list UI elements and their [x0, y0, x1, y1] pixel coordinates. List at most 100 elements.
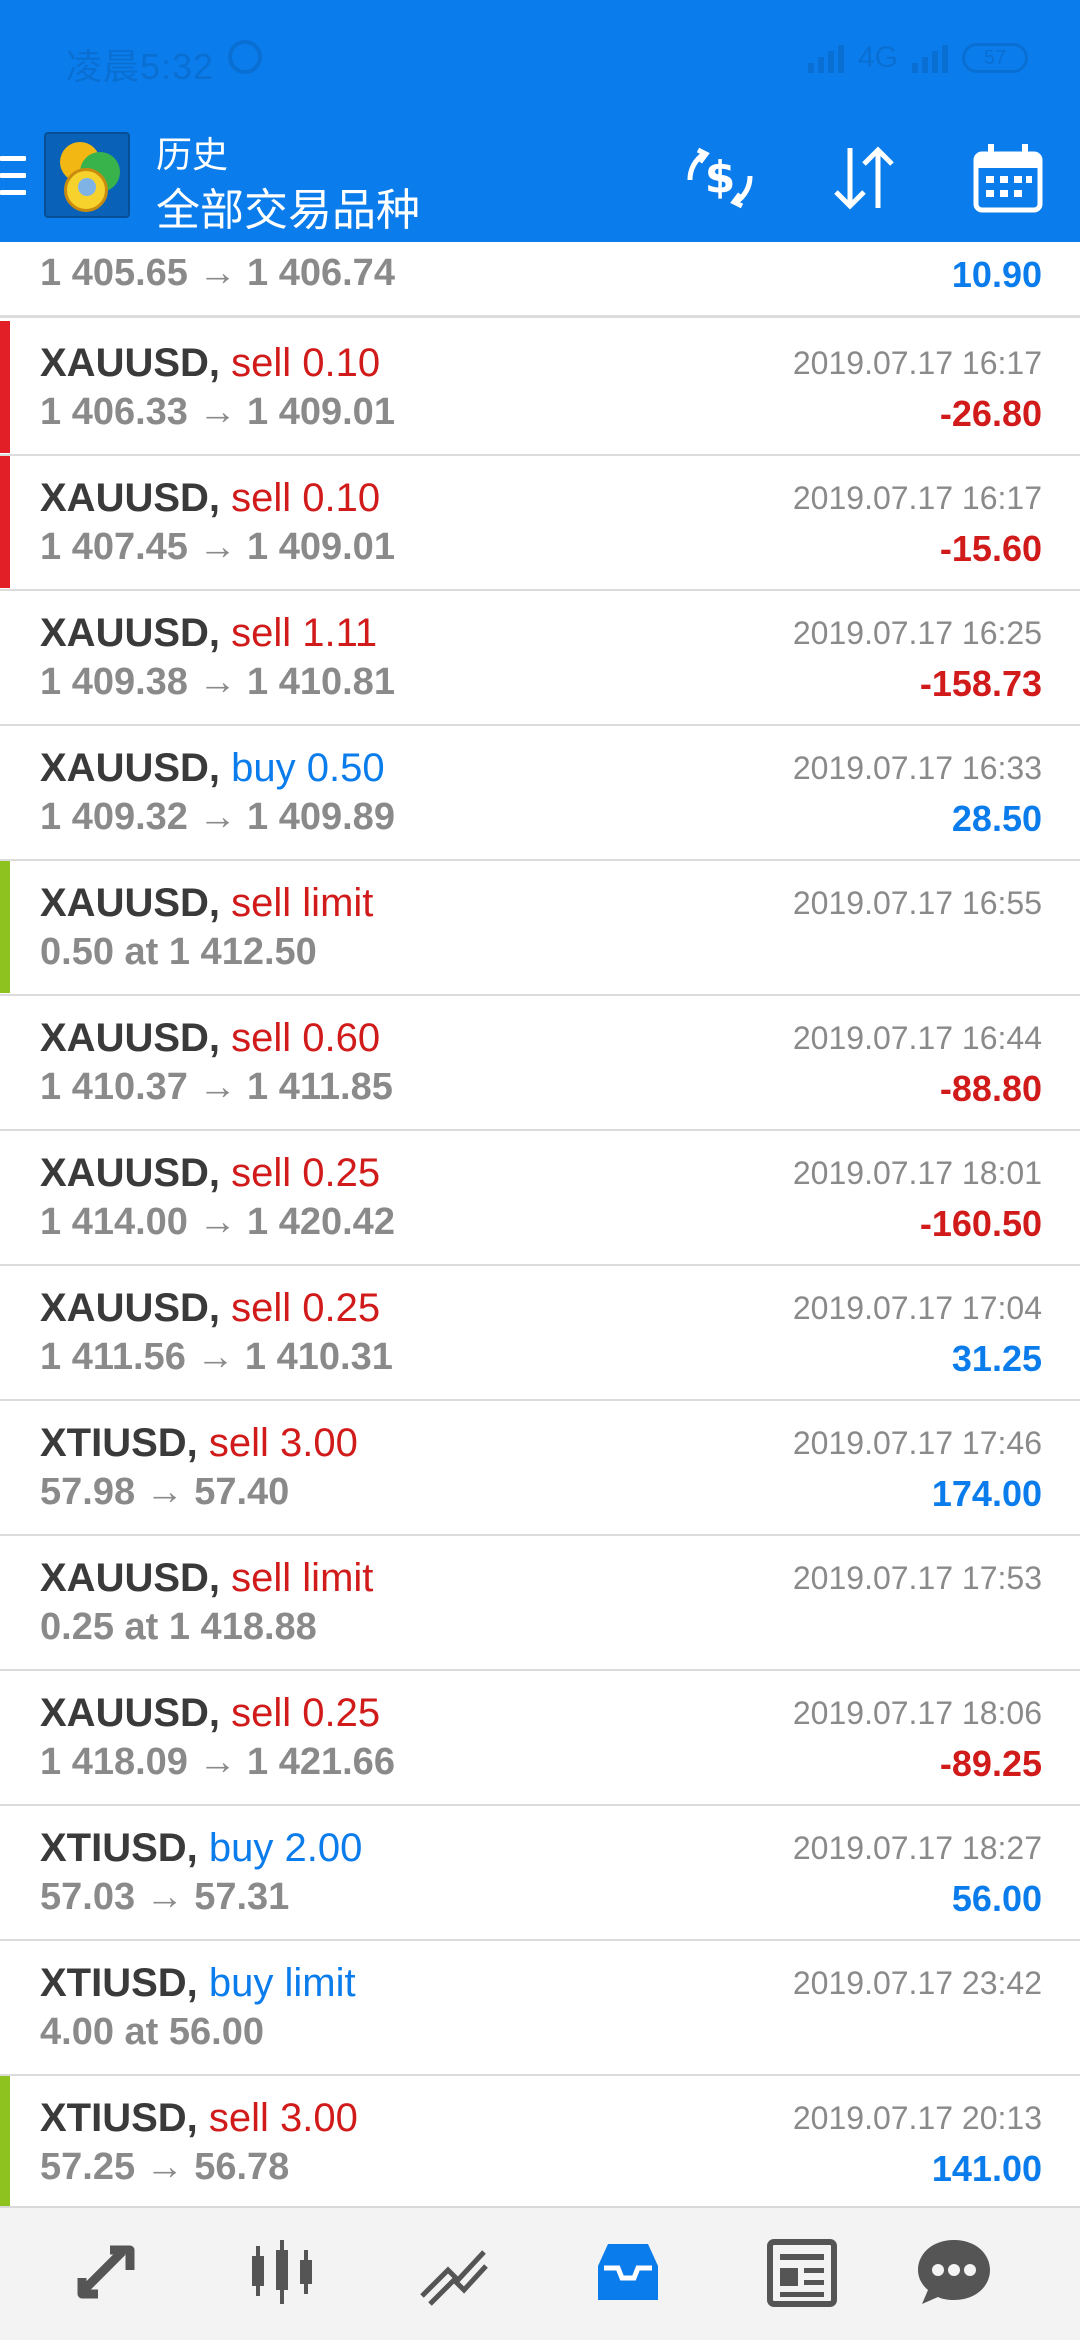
- price-line: 0.50 at 1 412.50: [40, 931, 317, 973]
- timestamp: 2019.07.17 16:25: [792, 615, 1042, 651]
- history-row[interactable]: XAUUSD, sell 0.25 1 411.56 → 1 410.31 2019…: [0, 1266, 1080, 1402]
- history-row[interactable]: XTIUSD, sell 3.00 57.25 → 56.78 2019.07.17…: [0, 2076, 1080, 2206]
- calendar-icon[interactable]: [970, 140, 1046, 216]
- status-indicators: 4G 57: [807, 38, 1028, 78]
- chat-icon[interactable]: [914, 2232, 994, 2312]
- profit-value: -89.25: [939, 1743, 1042, 1784]
- history-row[interactable]: XAUUSD, sell limit 0.25 at 1 418.88 2019.0…: [0, 1536, 1080, 1672]
- symbol-line: XTIUSD, buy limit: [40, 1961, 356, 2006]
- timestamp: 2019.07.17 16:44: [792, 1020, 1042, 1056]
- deal-type: sell 0.60: [231, 1016, 381, 1060]
- app-logo-icon[interactable]: [44, 132, 130, 218]
- profit-value: 141.00: [931, 2148, 1042, 2189]
- price-line: 57.98 → 57.40: [40, 1471, 290, 1513]
- deal-type: buy limit: [208, 1961, 356, 2005]
- chart-icon[interactable]: [242, 2232, 322, 2312]
- sort-icon[interactable]: [826, 140, 902, 216]
- price-line: 1 418.09 → 1 421.66: [40, 1741, 395, 1783]
- price-line: 57.25 → 56.78: [40, 2146, 290, 2188]
- price-line: 1 409.32 → 1 409.89: [40, 796, 395, 838]
- trade-icon[interactable]: [414, 2232, 494, 2312]
- timestamp: 2019.07.17 16:33: [792, 750, 1042, 786]
- network-type: 4G: [857, 41, 898, 74]
- signal-icon: [807, 43, 844, 73]
- timestamp: 2019.07.17 18:06: [792, 1695, 1042, 1731]
- symbol: XTIUSD,: [40, 2096, 198, 2140]
- symbol-line: XAUUSD, sell 0.10: [40, 476, 380, 521]
- history-row[interactable]: XAUUSD, sell 0.10 1 406.33 → 1 409.01 2019…: [0, 321, 1080, 457]
- page-title: 历史: [156, 134, 229, 175]
- history-icon[interactable]: [588, 2232, 668, 2312]
- deal-type: sell limit: [231, 1556, 374, 1600]
- symbol-line: XTIUSD, buy 2.00: [40, 1826, 362, 1871]
- timestamp: 2019.07.17 16:17: [792, 480, 1042, 516]
- menu-icon[interactable]: [0, 156, 26, 196]
- bottom-navigation: [0, 2206, 1080, 2340]
- price-line: 1 411.56 → 1 410.31: [40, 1336, 393, 1378]
- deal-type: sell 3.00: [208, 2096, 358, 2140]
- history-list[interactable]: 1 405.65 → 1 406.74 10.90 XAUUSD, sell 0…: [0, 242, 1080, 2206]
- history-row[interactable]: XAUUSD, sell 0.25 1 414.00 → 1 420.42 2019…: [0, 1131, 1080, 1267]
- symbol: XTIUSD,: [40, 1421, 198, 1465]
- profit-value: 31.25: [951, 1338, 1042, 1379]
- deal-type: sell 0.10: [231, 341, 381, 385]
- history-row[interactable]: XAUUSD, buy 0.50 1 409.32 → 1 409.89 2019.…: [0, 726, 1080, 862]
- symbol: XAUUSD,: [40, 746, 221, 790]
- timestamp: 2019.07.17 18:27: [792, 1830, 1042, 1866]
- currency-exchange-icon[interactable]: $: [682, 140, 758, 216]
- status-bar: 凌晨5:32 4G 57: [0, 0, 1080, 120]
- price-line: 1 405.65 → 1 406.74: [40, 252, 395, 294]
- symbol: XAUUSD,: [40, 881, 221, 925]
- news-icon[interactable]: [762, 2232, 842, 2312]
- symbol-filter[interactable]: 全部交易品种: [156, 174, 420, 238]
- profit-value: 10.90: [951, 254, 1042, 295]
- deal-type: sell limit: [231, 881, 374, 925]
- price-line: 57.03 → 57.31: [40, 1876, 290, 1918]
- symbol: XAUUSD,: [40, 1016, 221, 1060]
- symbol-line: XTIUSD, sell 3.00: [40, 2096, 358, 2141]
- symbol: XAUUSD,: [40, 1691, 221, 1735]
- history-row-partial[interactable]: 1 405.65 → 1 406.74 10.90: [0, 242, 1080, 318]
- profit-value: -88.80: [939, 1068, 1042, 1109]
- symbol: XAUUSD,: [40, 611, 221, 655]
- history-row[interactable]: XAUUSD, sell 0.10 1 407.45 → 1 409.01 2019…: [0, 456, 1080, 592]
- deal-type: sell 0.10: [231, 476, 381, 520]
- history-row[interactable]: XAUUSD, sell 1.11 1 409.38 → 1 410.81 2019…: [0, 591, 1080, 727]
- price-line: 1 409.38 → 1 410.81: [40, 661, 395, 703]
- history-row[interactable]: XAUUSD, sell limit 0.50 at 1 412.50 2019.0…: [0, 861, 1080, 997]
- profit-value: 174.00: [931, 1473, 1042, 1514]
- deal-type: buy 0.50: [231, 746, 385, 790]
- battery-icon: 57: [962, 43, 1028, 73]
- profit-value: 56.00: [951, 1878, 1042, 1919]
- history-row[interactable]: XTIUSD, buy limit 4.00 at 56.00 2019.07.17…: [0, 1941, 1080, 2077]
- symbol-line: XAUUSD, sell 0.25: [40, 1691, 380, 1736]
- status-stripe: [0, 2076, 10, 2206]
- status-stripe: [0, 321, 10, 453]
- symbol-line: XAUUSD, sell 0.10: [40, 341, 380, 386]
- alarm-icon: [228, 40, 262, 74]
- symbol: XAUUSD,: [40, 1151, 221, 1195]
- deal-type: sell 1.11: [231, 611, 378, 655]
- history-row[interactable]: XAUUSD, sell 0.60 1 410.37 → 1 411.85 2019…: [0, 996, 1080, 1132]
- status-stripe: [0, 456, 10, 588]
- symbol: XAUUSD,: [40, 476, 221, 520]
- history-row[interactable]: XTIUSD, buy 2.00 57.03 → 57.31 2019.07.17 …: [0, 1806, 1080, 1942]
- symbol-line: XAUUSD, buy 0.50: [40, 746, 385, 791]
- deal-type: buy 2.00: [208, 1826, 363, 1870]
- symbol-line: XAUUSD, sell limit: [40, 881, 373, 926]
- quotes-icon[interactable]: [70, 2232, 150, 2312]
- deal-type: sell 3.00: [208, 1421, 358, 1465]
- timestamp: 2019.07.17 17:46: [792, 1425, 1042, 1461]
- symbol-line: XAUUSD, sell limit: [40, 1556, 373, 1601]
- status-stripe: [0, 861, 10, 993]
- deal-type: sell 0.25: [231, 1286, 381, 1330]
- symbol-line: XAUUSD, sell 1.11: [40, 611, 377, 656]
- app-bar: 凌晨5:32 4G 57 历史 全部交易品种 $: [0, 0, 1080, 242]
- svg-text:$: $: [705, 152, 736, 203]
- signal-icon-2: [912, 43, 948, 73]
- history-row[interactable]: XAUUSD, sell 0.25 1 418.09 → 1 421.66 2019…: [0, 1671, 1080, 1807]
- history-row[interactable]: XTIUSD, sell 3.00 57.98 → 57.40 2019.07.17…: [0, 1401, 1080, 1537]
- timestamp: 2019.07.17 17:04: [792, 1290, 1042, 1326]
- symbol: XAUUSD,: [40, 1286, 221, 1330]
- symbol-line: XAUUSD, sell 0.25: [40, 1151, 380, 1196]
